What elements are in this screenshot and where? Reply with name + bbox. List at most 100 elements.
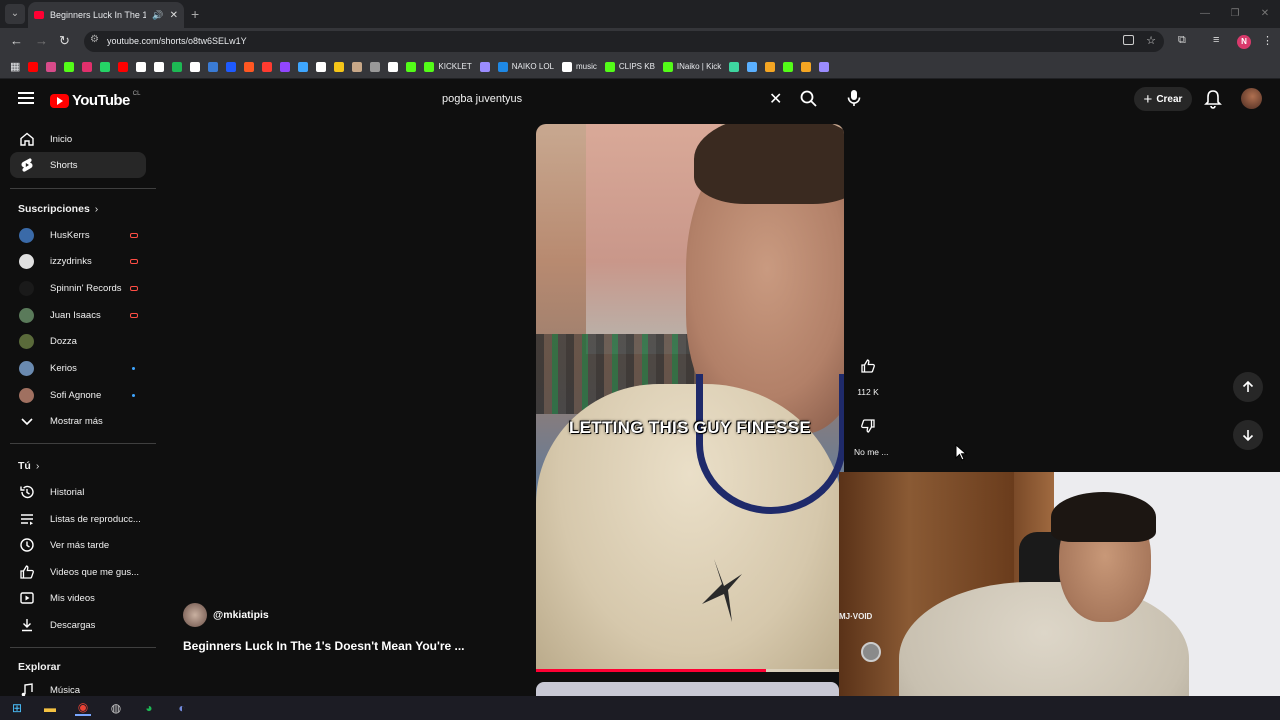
sidebar-subscription[interactable]: Kerios — [10, 356, 146, 382]
bookmark-item[interactable] — [729, 61, 740, 72]
menu-icon[interactable] — [18, 92, 34, 104]
apps-grid-icon[interactable]: ▦ — [10, 60, 20, 73]
maximize-button[interactable]: ❐ — [1220, 0, 1250, 28]
address-bar[interactable]: ⚙ youtube.com/shorts/o8tw6SELw1Y ☆ — [84, 31, 1164, 52]
bookmark-item[interactable] — [172, 61, 183, 72]
active-tab[interactable]: Beginners Luck In The 1's Doesn't Mean Y… — [28, 2, 184, 28]
bookmark-item[interactable] — [316, 61, 327, 72]
previous-short-button[interactable] — [1233, 372, 1263, 402]
forward-arrow-icon[interactable]: → — [35, 33, 48, 48]
sidebar-subscription[interactable]: Dozza — [10, 329, 146, 355]
profile-avatar[interactable]: N — [1237, 35, 1251, 49]
bookmark-item[interactable] — [64, 61, 75, 72]
bookmark-item[interactable] — [244, 61, 255, 72]
channel-info[interactable]: @mkiatipis — [183, 603, 269, 627]
channel-handle[interactable]: @mkiatipis — [213, 609, 269, 621]
bookmark-item[interactable] — [46, 61, 57, 72]
subscriptions-header[interactable]: Suscripciones › — [18, 203, 98, 215]
windows-start-icon[interactable]: ⊞ — [9, 700, 25, 716]
bookmark-item[interactable] — [406, 61, 417, 72]
bookmark-item[interactable]: KICKLET — [424, 61, 472, 72]
thumbs-down-icon[interactable] — [860, 418, 876, 434]
tab-search-button[interactable]: ⌄ — [5, 4, 25, 24]
address-url[interactable]: youtube.com/shorts/o8tw6SELw1Y — [107, 36, 247, 46]
notifications-bell-icon[interactable] — [1203, 88, 1223, 110]
search-box[interactable]: pogba juventyus ✕ — [432, 86, 794, 112]
search-icon[interactable] — [798, 89, 820, 109]
bookmark-item[interactable] — [208, 61, 219, 72]
bookmark-item[interactable] — [765, 61, 776, 72]
media-controls-icon[interactable]: ≡ — [1213, 34, 1219, 46]
sidebar-subscription[interactable]: izzydrinks — [10, 249, 146, 275]
youtube-logo[interactable]: YouTube CL — [50, 91, 140, 109]
you-header[interactable]: Tú › — [18, 460, 39, 472]
bookmark-item[interactable] — [28, 61, 39, 72]
extensions-icon[interactable]: ⧉ — [1178, 34, 1186, 47]
bookmark-item[interactable] — [262, 61, 273, 72]
bookmark-item[interactable] — [747, 61, 758, 72]
sidebar-item-inicio[interactable]: Inicio — [10, 126, 146, 152]
sidebar-item-watch-later[interactable]: Ver más tarde — [10, 532, 146, 558]
bookmark-star-icon[interactable]: ☆ — [1146, 34, 1156, 47]
sidebar-subscription[interactable]: Juan Isaacs — [10, 302, 146, 328]
sidebar-item-show-more[interactable]: Mostrar más — [10, 408, 146, 434]
search-input[interactable]: pogba juventyus — [442, 93, 522, 105]
thumbs-up-icon[interactable] — [860, 358, 876, 374]
bookmark-item[interactable]: CLIPS KB — [604, 61, 655, 72]
bookmark-item[interactable] — [226, 61, 237, 72]
sidebar-item-downloads[interactable]: Descargas — [10, 612, 146, 638]
chrome-menu-icon[interactable]: ⋮ — [1262, 34, 1273, 47]
reload-icon[interactable]: ↻ — [59, 33, 70, 49]
new-tab-button[interactable]: + — [191, 6, 199, 22]
chrome-icon[interactable]: ◉ — [75, 700, 91, 716]
minimize-button[interactable]: — — [1190, 0, 1220, 28]
bookmark-item[interactable] — [783, 61, 794, 72]
bookmark-item[interactable] — [819, 61, 830, 72]
voice-search-icon[interactable] — [842, 86, 866, 110]
next-short-button[interactable] — [1233, 420, 1263, 450]
close-tab-icon[interactable]: ✕ — [170, 10, 178, 21]
account-avatar[interactable] — [1241, 88, 1262, 109]
bookmark-item[interactable] — [82, 61, 93, 72]
bookmark-item[interactable]: NAIKO LOL — [497, 61, 554, 72]
bookmark-item[interactable] — [334, 61, 345, 72]
sidebar-item-my-videos[interactable]: Mis videos — [10, 585, 146, 611]
sidebar-subscription[interactable]: HusKerrs — [10, 222, 146, 248]
bookmark-item[interactable] — [479, 61, 490, 72]
bookmark-item[interactable]: INaiko | Kick — [662, 61, 721, 72]
bookmark-item[interactable] — [118, 61, 129, 72]
bookmark-item[interactable] — [280, 61, 291, 72]
bookmark-item[interactable]: music — [562, 61, 597, 72]
bookmark-item[interactable] — [190, 61, 201, 72]
discord-icon[interactable]: ◐ — [174, 700, 190, 716]
obs-icon[interactable]: ◍ — [108, 700, 124, 716]
bookmark-item[interactable] — [352, 61, 363, 72]
sidebar-subscription[interactable]: Spinnin' Records — [10, 275, 146, 301]
dislike-action[interactable]: No me ... — [854, 418, 888, 457]
spotify-icon[interactable]: ◕ — [141, 700, 157, 716]
sidebar-subscription[interactable]: Sofi Agnone — [10, 382, 146, 408]
short-title[interactable]: Beginners Luck In The 1's Doesn't Mean Y… — [183, 639, 465, 653]
next-short-preview[interactable] — [536, 682, 839, 696]
sidebar-item-liked-videos[interactable]: Videos que me gus... — [10, 559, 146, 585]
file-explorer-icon[interactable]: ▬ — [42, 700, 58, 716]
site-info-icon[interactable]: ⚙ — [90, 34, 99, 45]
bookmark-item[interactable] — [370, 61, 381, 72]
back-arrow-icon[interactable]: ← — [10, 33, 23, 48]
bookmark-item[interactable] — [100, 61, 111, 72]
clear-search-icon[interactable]: ✕ — [769, 89, 782, 109]
close-window-button[interactable]: ✕ — [1250, 0, 1280, 28]
create-button[interactable]: + Crear — [1134, 87, 1192, 111]
channel-avatar[interactable] — [183, 603, 207, 627]
sidebar-item-historial[interactable]: Historial — [10, 479, 146, 505]
short-video-player[interactable]: LETTING THIS GUY FINESSE — [536, 124, 844, 672]
sidebar-item-playlists[interactable]: Listas de reproducc... — [10, 506, 146, 532]
install-app-icon[interactable] — [1123, 35, 1134, 45]
bookmark-item[interactable] — [154, 61, 165, 72]
bookmark-item[interactable] — [388, 61, 399, 72]
like-action[interactable]: 112 K — [854, 358, 882, 397]
audio-playing-icon[interactable]: 🔊 — [152, 10, 163, 21]
bookmark-item[interactable] — [136, 61, 147, 72]
video-progress-bar[interactable] — [536, 669, 839, 672]
sidebar-item-shorts[interactable]: Shorts — [10, 152, 146, 178]
